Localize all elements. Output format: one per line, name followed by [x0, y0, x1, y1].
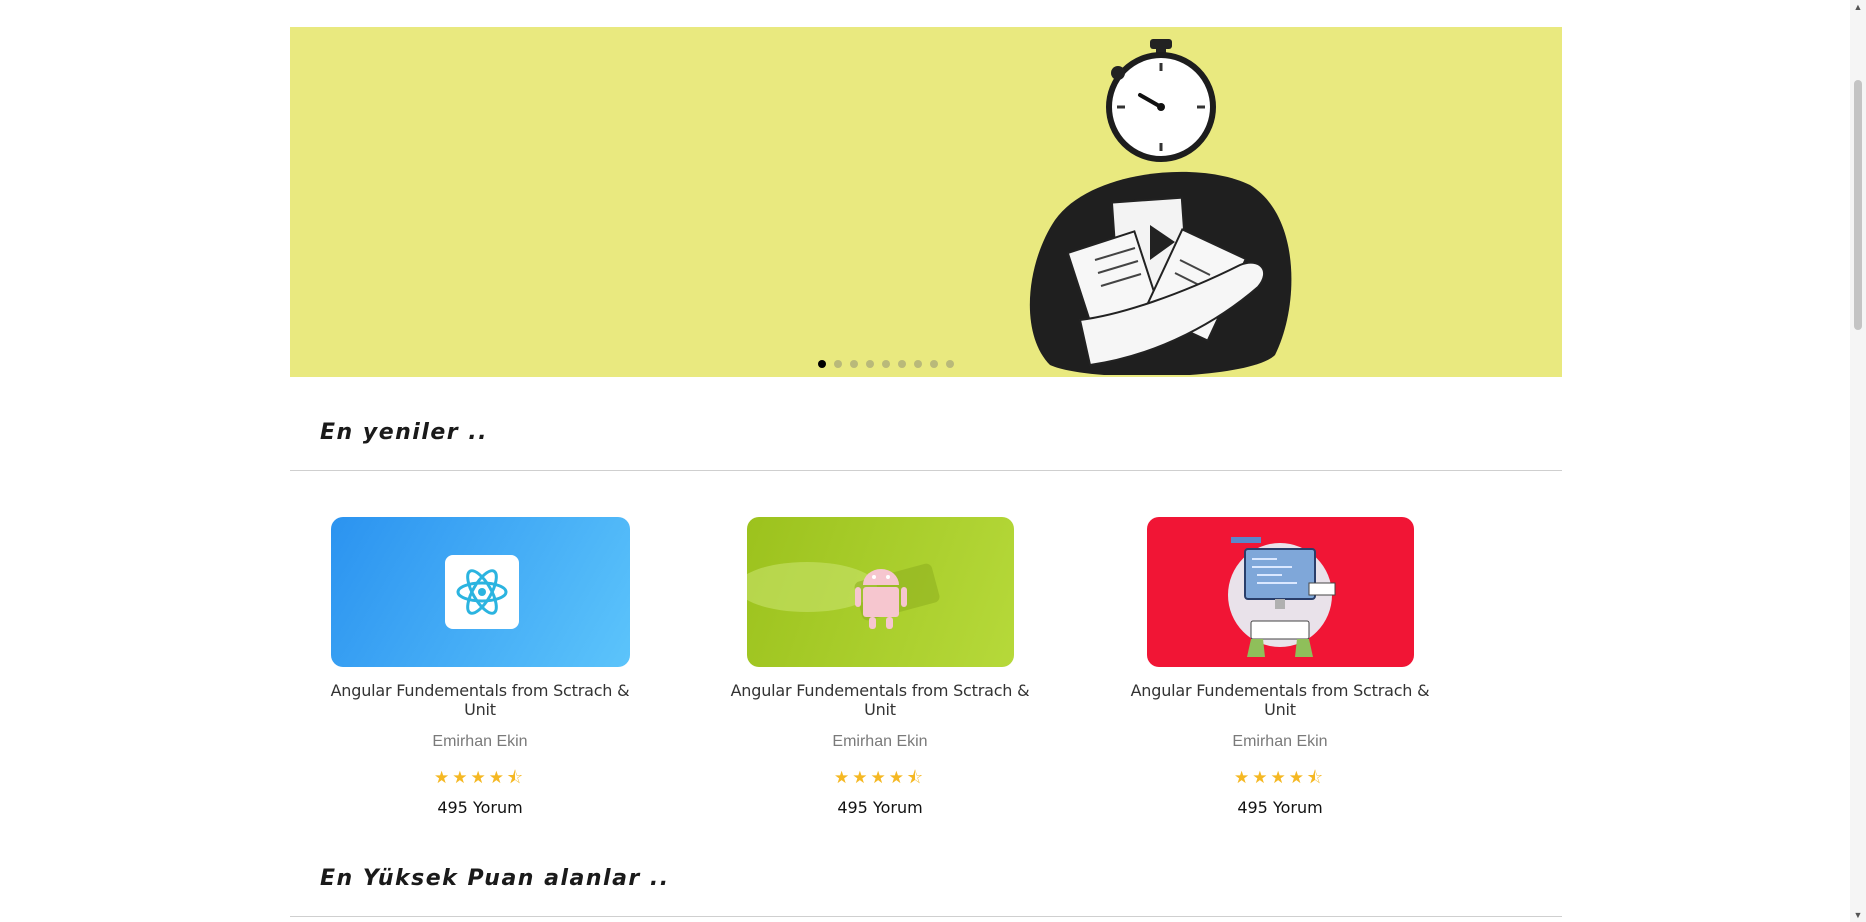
section-title-newest: En yeniler .. — [320, 420, 488, 445]
computer-coding-icon — [1227, 537, 1335, 657]
course-title[interactable]: Angular Fundementals from Sctrach & Unit — [720, 681, 1040, 719]
carousel-dot[interactable] — [914, 360, 922, 368]
stopwatch-illustration — [1029, 39, 1292, 375]
carousel-dot[interactable] — [930, 360, 938, 368]
section-divider — [290, 916, 1562, 917]
scrollbar-thumb[interactable] — [1854, 80, 1862, 330]
course-thumbnail[interactable] — [330, 517, 630, 667]
carousel-dots — [290, 360, 1522, 372]
rating-stars: ★★★★⯪ — [433, 768, 527, 787]
course-author: Emirhan Ekin — [832, 733, 928, 750]
carousel-dot[interactable] — [946, 360, 954, 368]
carousel-dot[interactable] — [866, 360, 874, 368]
scrollbar[interactable]: ▲ ▼ — [1850, 0, 1866, 922]
hero-carousel[interactable] — [290, 27, 1562, 377]
course-thumbnail[interactable] — [1146, 517, 1414, 667]
course-card[interactable]: Angular Fundementals from Sctrach & Unit… — [1120, 517, 1440, 817]
android-icon — [746, 562, 939, 629]
course-author: Emirhan Ekin — [1232, 733, 1328, 750]
carousel-dot[interactable] — [898, 360, 906, 368]
carousel-dot[interactable] — [834, 360, 842, 368]
course-thumbnail[interactable] — [746, 517, 1014, 667]
review-count: 495 Yorum — [1237, 798, 1323, 817]
carousel-dot[interactable] — [882, 360, 890, 368]
course-card[interactable]: Angular Fundementals from Sctrach & Unit… — [720, 517, 1040, 817]
review-count: 495 Yorum — [837, 798, 923, 817]
course-card-list: Angular Fundementals from Sctrach & Unit… — [290, 517, 1562, 817]
carousel-dot[interactable] — [850, 360, 858, 368]
course-author: Emirhan Ekin — [432, 733, 528, 750]
review-count: 495 Yorum — [437, 798, 523, 817]
course-title[interactable]: Angular Fundementals from Sctrach & Unit — [1120, 681, 1440, 719]
carousel-dot[interactable] — [818, 360, 826, 368]
page: En yeniler .. Angular Fundementals from … — [0, 0, 1850, 922]
rating-stars: ★★★★⯪ — [833, 768, 927, 787]
scroll-down-icon[interactable]: ▼ — [1853, 910, 1863, 920]
rating-stars: ★★★★⯪ — [1233, 768, 1327, 787]
scroll-up-icon[interactable]: ▲ — [1853, 2, 1863, 12]
course-card[interactable]: Angular Fundementals from Sctrach & Unit… — [320, 517, 640, 817]
course-title[interactable]: Angular Fundementals from Sctrach & Unit — [320, 681, 640, 719]
section-title-top-rated: En Yüksek Puan alanlar .. — [320, 866, 670, 891]
section-divider — [290, 470, 1562, 471]
react-icon — [444, 555, 519, 629]
